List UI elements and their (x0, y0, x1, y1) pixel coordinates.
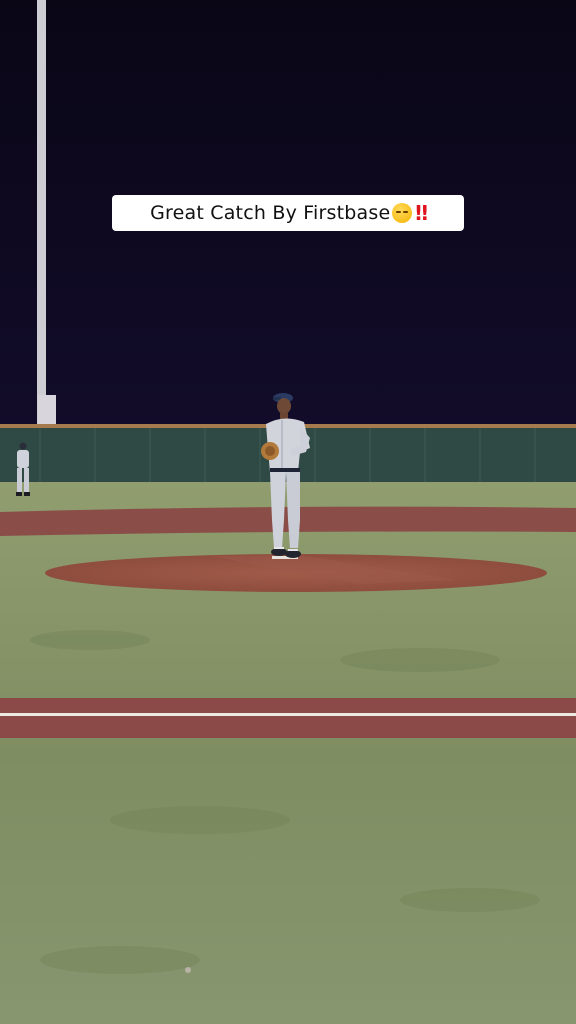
baseball-field-scene (0, 0, 576, 1024)
relieved-face-icon (392, 203, 413, 223)
double-exclamation-icon: ‼ (415, 201, 427, 225)
caption-text: Great Catch By Firstbase (150, 202, 391, 224)
video-caption: Great Catch By Firstbase ‼ (112, 195, 464, 231)
light-pole-base (38, 395, 56, 429)
light-pole (37, 0, 46, 430)
foul-chalk-line (0, 713, 576, 716)
basepath-dirt (0, 698, 576, 738)
field-debris (185, 967, 191, 973)
video-frame: Great Catch By Firstbase ‼ (0, 0, 576, 1024)
